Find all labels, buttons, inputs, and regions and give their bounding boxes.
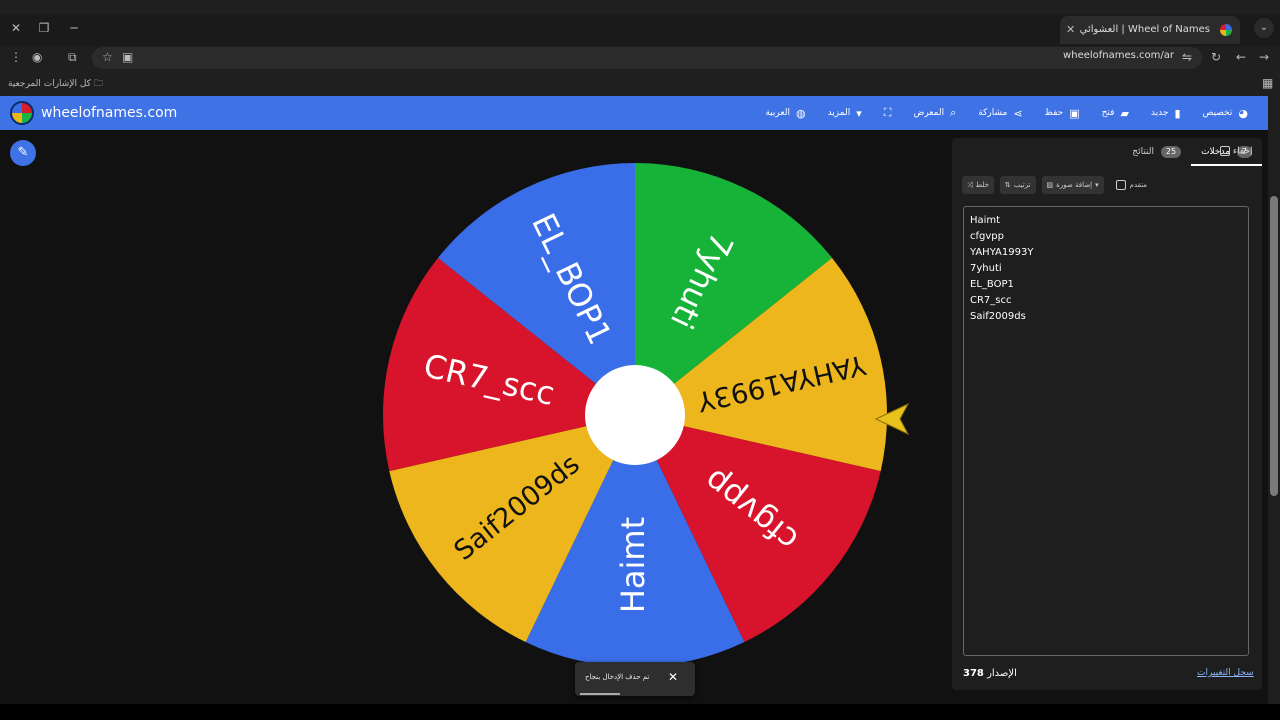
- pencil-icon: ✎: [17, 145, 29, 160]
- menu-save-button[interactable]: ▣ حفظ: [1045, 107, 1080, 120]
- reload-icon[interactable]: ↻: [1211, 50, 1221, 64]
- menu-open-button[interactable]: ▰ فتح: [1102, 107, 1129, 120]
- version-info: الإصدار 378: [963, 668, 1017, 679]
- palette-icon: ◕: [1238, 106, 1248, 120]
- entries-panel: 7 مدخلات 25 النتائج إخفاء خلط ⤨ ترتيب ⇅ ▾ إ…: [952, 138, 1262, 690]
- wheel-of-names[interactable]: 7yhutiYAHYA1993YcfgvppHaimtSaif2009dsCR7…: [370, 160, 900, 670]
- wheel-favicon-icon: [1220, 24, 1232, 36]
- checkbox-icon: [1220, 146, 1230, 156]
- hide-checkbox[interactable]: إخفاء: [1220, 146, 1252, 157]
- close-window-icon[interactable]: ✕: [6, 18, 26, 38]
- header-menu: ◕ تخصيص ▮ جديد ▰ فتح ▣ حفظ ⋖ مشاركة ⌕ المعرض ⛶…: [765, 96, 1248, 130]
- file-icon: ▮: [1174, 106, 1181, 120]
- menu-fullscreen-button[interactable]: ⛶: [884, 106, 892, 120]
- page-scrollbar[interactable]: [1268, 96, 1280, 704]
- folder-icon: 🗀: [93, 79, 103, 89]
- profile-icon[interactable]: ◉: [32, 50, 42, 64]
- wheel-segment-label: Haimt: [614, 517, 652, 613]
- restore-window-icon[interactable]: ❐: [34, 18, 54, 38]
- kebab-menu-icon[interactable]: ⋮: [10, 50, 22, 64]
- minimize-window-icon[interactable]: ─: [64, 18, 84, 38]
- sort-button[interactable]: ترتيب ⇅: [999, 176, 1036, 194]
- entries-toolbar: خلط ⤨ ترتيب ⇅ ▾ إضافة صورة ▨ متقدم: [962, 176, 1147, 194]
- bookmark-star-icon[interactable]: ☆: [102, 50, 113, 64]
- chevron-down-icon: ▾: [1095, 181, 1099, 189]
- search-icon: ⌕: [950, 106, 957, 119]
- back-icon[interactable]: ←: [1236, 50, 1246, 64]
- wheel-center[interactable]: [585, 365, 685, 465]
- menu-more-button[interactable]: ▾ المزيد: [828, 107, 862, 120]
- forward-icon[interactable]: →: [1259, 50, 1269, 64]
- apps-grid-icon[interactable]: ▦: [1262, 76, 1273, 90]
- tab-results[interactable]: 25 النتائج: [1122, 138, 1191, 166]
- image-icon: ▨: [1046, 181, 1054, 189]
- site-logo[interactable]: [10, 101, 34, 125]
- entries-textarea[interactable]: Haimt cfgvpp YAHYA1993Y 7yhuti EL_BOP1 C…: [963, 206, 1249, 656]
- address-bar[interactable]: [92, 47, 1202, 69]
- fullscreen-icon: ⛶: [883, 106, 892, 119]
- site-title[interactable]: wheelofnames.com: [41, 105, 177, 121]
- tab-title: Wheel of Names | العشوائي: [1079, 24, 1210, 35]
- site-header: wheelofnames.com ◕ تخصيص ▮ جديد ▰ فتح ▣ حفظ …: [0, 96, 1268, 130]
- globe-icon: ◍: [795, 106, 806, 120]
- toast-progress: [580, 693, 620, 695]
- cast-icon[interactable]: ▣: [122, 50, 133, 64]
- url-text[interactable]: wheelofnames.com/ar: [1063, 50, 1174, 61]
- extensions-icon[interactable]: ⧉: [68, 50, 77, 65]
- close-tab-icon[interactable]: ✕: [1066, 16, 1075, 44]
- add-image-button[interactable]: ▾ إضافة صورة ▨: [1041, 176, 1104, 194]
- menu-language-button[interactable]: ◍ العربية: [765, 107, 805, 120]
- advanced-checkbox[interactable]: متقدم: [1115, 180, 1147, 190]
- edit-pencil-button[interactable]: ✎: [10, 140, 36, 166]
- save-icon: ▣: [1069, 106, 1080, 120]
- bookmarks-label: كل الإشارات المرجعية: [8, 79, 91, 89]
- bookmarks-bar[interactable]: 🗀 كل الإشارات المرجعية: [8, 76, 103, 92]
- menu-customize-button[interactable]: ◕ تخصيص: [1203, 107, 1248, 120]
- browser-tab[interactable]: Wheel of Names | العشوائي ✕: [1060, 16, 1240, 44]
- checkbox-icon: [1115, 180, 1126, 190]
- panel-tabs: 7 مدخلات 25 النتائج: [952, 138, 1262, 166]
- close-icon[interactable]: ✕: [668, 670, 678, 684]
- toast-notification: تم حذف الإدخال بنجاح ✕: [575, 662, 695, 696]
- sort-icon: ⇅: [1004, 181, 1011, 189]
- tab-search-icon[interactable]: ⌄: [1254, 18, 1274, 38]
- changelog-link[interactable]: سجل التغييرات: [1197, 668, 1254, 678]
- folder-icon: ▰: [1120, 106, 1129, 120]
- toast-message: تم حذف الإدخال بنجاح: [585, 673, 650, 681]
- scroll-thumb[interactable]: [1270, 196, 1278, 496]
- chevron-down-icon: ▾: [856, 106, 862, 120]
- shuffle-icon: ⤨: [967, 181, 973, 189]
- menu-share-button[interactable]: ⋖ مشاركة: [978, 107, 1022, 120]
- menu-new-button[interactable]: ▮ جديد: [1151, 107, 1181, 120]
- site-settings-icon[interactable]: ⇋: [1182, 50, 1192, 64]
- wheel-pointer-icon: [874, 402, 910, 436]
- shuffle-button[interactable]: خلط ⤨: [962, 176, 994, 194]
- menu-gallery-button[interactable]: ⌕ المعرض: [913, 106, 956, 120]
- share-icon: ⋖: [1013, 106, 1023, 120]
